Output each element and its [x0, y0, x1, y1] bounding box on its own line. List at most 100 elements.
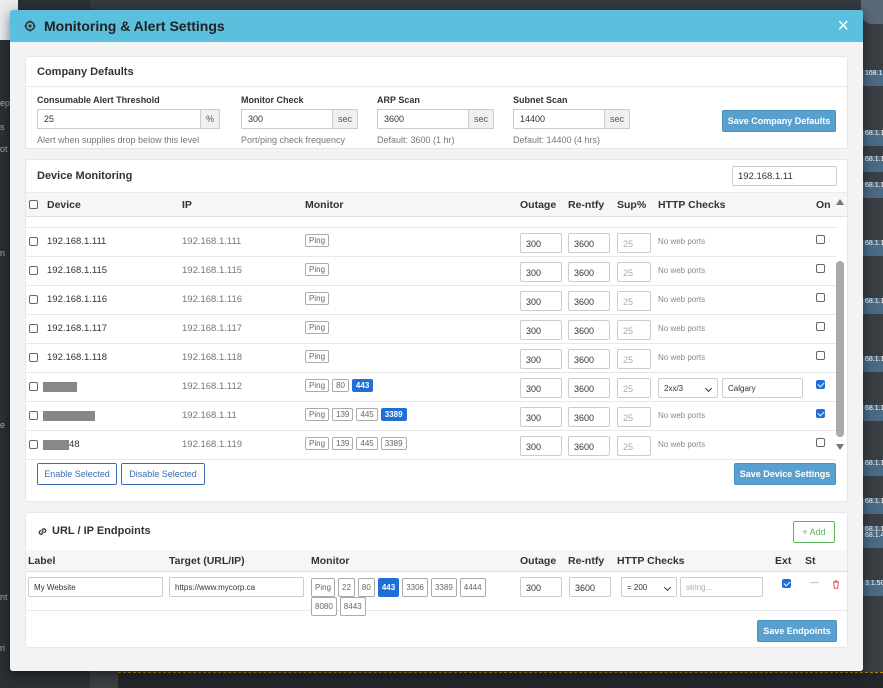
endpoint-label-input[interactable]: My Website	[28, 577, 163, 597]
scroll-down-icon[interactable]	[836, 444, 844, 450]
renotify-input[interactable]: 3600	[568, 262, 610, 282]
enable-selected-button[interactable]: Enable Selected	[37, 463, 117, 485]
port-badge[interactable]: Ping	[305, 263, 330, 276]
sup-percent-input[interactable]: 25	[617, 320, 651, 340]
endpoints-title: URL / IP Endpoints	[52, 525, 151, 537]
endpoint-outage-input[interactable]: 300	[520, 577, 562, 597]
add-endpoint-button[interactable]: + Add	[793, 521, 835, 543]
outage-input[interactable]: 300	[520, 233, 562, 253]
monitor-check-input[interactable]: 300	[241, 109, 333, 129]
disable-selected-button[interactable]: Disable Selected	[121, 463, 205, 485]
device-table-scrollbar[interactable]	[834, 193, 846, 457]
outage-input[interactable]: 300	[520, 320, 562, 340]
scroll-thumb[interactable]	[836, 261, 844, 437]
port-badge[interactable]: 8080	[311, 597, 337, 616]
row-enabled-checkbox[interactable]	[816, 409, 825, 418]
row-enabled-checkbox[interactable]	[816, 264, 825, 273]
device-search-input[interactable]: 192.168.1.11	[732, 166, 837, 186]
row-enabled-checkbox[interactable]	[816, 293, 825, 302]
outage-input[interactable]: 300	[520, 291, 562, 311]
port-badge[interactable]: Ping	[311, 578, 336, 597]
sup-percent-input[interactable]: 25	[617, 407, 651, 427]
row-enabled-checkbox[interactable]	[816, 235, 825, 244]
port-badge[interactable]: 445	[356, 408, 378, 421]
sup-percent-input[interactable]: 25	[617, 262, 651, 282]
outage-input[interactable]: 300	[520, 378, 562, 398]
port-badge[interactable]: Ping	[305, 234, 330, 247]
port-badge[interactable]: 4444	[459, 578, 486, 597]
close-icon[interactable]: ×	[837, 16, 849, 36]
row-select-checkbox[interactable]	[29, 266, 38, 275]
port-badge[interactable]: Ping	[305, 379, 330, 392]
sup-percent-input[interactable]: 25	[617, 349, 651, 369]
renotify-input[interactable]: 3600	[568, 378, 610, 398]
row-enabled-checkbox[interactable]	[816, 380, 825, 389]
renotify-input[interactable]: 3600	[568, 436, 610, 456]
save-endpoints-button[interactable]: Save Endpoints	[757, 620, 837, 642]
save-device-settings-button[interactable]: Save Device Settings	[734, 463, 836, 485]
endpoint-http-match-input[interactable]: string...	[680, 577, 763, 597]
port-badge[interactable]: Ping	[305, 321, 330, 334]
http-status-select[interactable]: 2xx/3	[658, 378, 718, 398]
subnet-scan-input[interactable]: 14400	[513, 109, 605, 129]
port-badge[interactable]: 443	[377, 578, 400, 597]
http-checks-status: No web ports	[658, 295, 706, 304]
port-badge[interactable]: 8443	[339, 597, 366, 616]
renotify-input[interactable]: 3600	[568, 320, 610, 340]
endpoint-http-status-select[interactable]: = 200	[621, 577, 677, 597]
save-company-defaults-button[interactable]: Save Company Defaults	[722, 110, 836, 132]
renotify-input[interactable]: 3600	[568, 349, 610, 369]
port-badge[interactable]: 443	[351, 379, 374, 392]
row-select-checkbox[interactable]	[29, 411, 38, 420]
row-select-checkbox[interactable]	[29, 324, 38, 333]
port-badge[interactable]: 3389	[380, 437, 407, 450]
renotify-input[interactable]: 3600	[568, 407, 610, 427]
sup-percent-input[interactable]: 25	[617, 378, 651, 398]
select-all-checkbox[interactable]	[29, 200, 38, 209]
row-select-checkbox[interactable]	[29, 353, 38, 362]
row-enabled-checkbox[interactable]	[816, 351, 825, 360]
sup-percent-input[interactable]: 25	[617, 436, 651, 456]
chevron-down-icon	[663, 583, 672, 592]
http-match-input[interactable]: Calgary	[722, 378, 803, 398]
row-enabled-checkbox[interactable]	[816, 438, 825, 447]
row-select-checkbox[interactable]	[29, 237, 38, 246]
outage-input[interactable]: 300	[520, 349, 562, 369]
bg-ip-cell: 68.1.1	[863, 405, 883, 421]
endpoint-renotify-input[interactable]: 3600	[569, 577, 611, 597]
port-badge[interactable]: 139	[332, 437, 354, 450]
endpoint-target-input[interactable]: https://www.mycorp.ca	[169, 577, 304, 597]
arp-scan-input[interactable]: 3600	[377, 109, 469, 129]
sup-percent-input[interactable]: 25	[617, 233, 651, 253]
scroll-up-icon[interactable]	[836, 199, 844, 205]
col-ext: Ext	[775, 555, 792, 567]
port-badge[interactable]: 3389	[380, 408, 407, 421]
renotify-input[interactable]: 3600	[568, 291, 610, 311]
port-badge[interactable]: 80	[357, 578, 375, 597]
row-select-checkbox[interactable]	[29, 382, 38, 391]
table-row: 192.168.1.112 Ping 80 443 300 3600 25 2xx/3 Calg…	[26, 373, 836, 402]
port-badge[interactable]: Ping	[305, 437, 330, 450]
port-badge[interactable]: Ping	[305, 292, 330, 305]
user-avatar-icon[interactable]	[861, 0, 883, 24]
port-badge[interactable]: Ping	[305, 408, 330, 421]
row-enabled-checkbox[interactable]	[816, 322, 825, 331]
table-row: 192.168.1.115 192.168.1.115 Ping 300 3600 25 N…	[26, 257, 836, 286]
port-badge[interactable]: 80	[332, 379, 349, 392]
outage-input[interactable]: 300	[520, 436, 562, 456]
port-badge[interactable]: 3306	[402, 578, 428, 597]
renotify-input[interactable]: 3600	[568, 233, 610, 253]
port-badge[interactable]: 3389	[430, 578, 457, 597]
trash-icon[interactable]	[832, 580, 840, 589]
endpoint-ext-checkbox[interactable]	[782, 579, 791, 588]
port-badge[interactable]: 445	[356, 437, 378, 450]
row-select-checkbox[interactable]	[29, 440, 38, 449]
port-badge[interactable]: 139	[332, 408, 354, 421]
port-badge[interactable]: 22	[338, 578, 355, 597]
outage-input[interactable]: 300	[520, 407, 562, 427]
outage-input[interactable]: 300	[520, 262, 562, 282]
row-select-checkbox[interactable]	[29, 295, 38, 304]
consumable-threshold-input[interactable]: 25	[37, 109, 201, 129]
sup-percent-input[interactable]: 25	[617, 291, 651, 311]
port-badge[interactable]: Ping	[305, 350, 330, 363]
